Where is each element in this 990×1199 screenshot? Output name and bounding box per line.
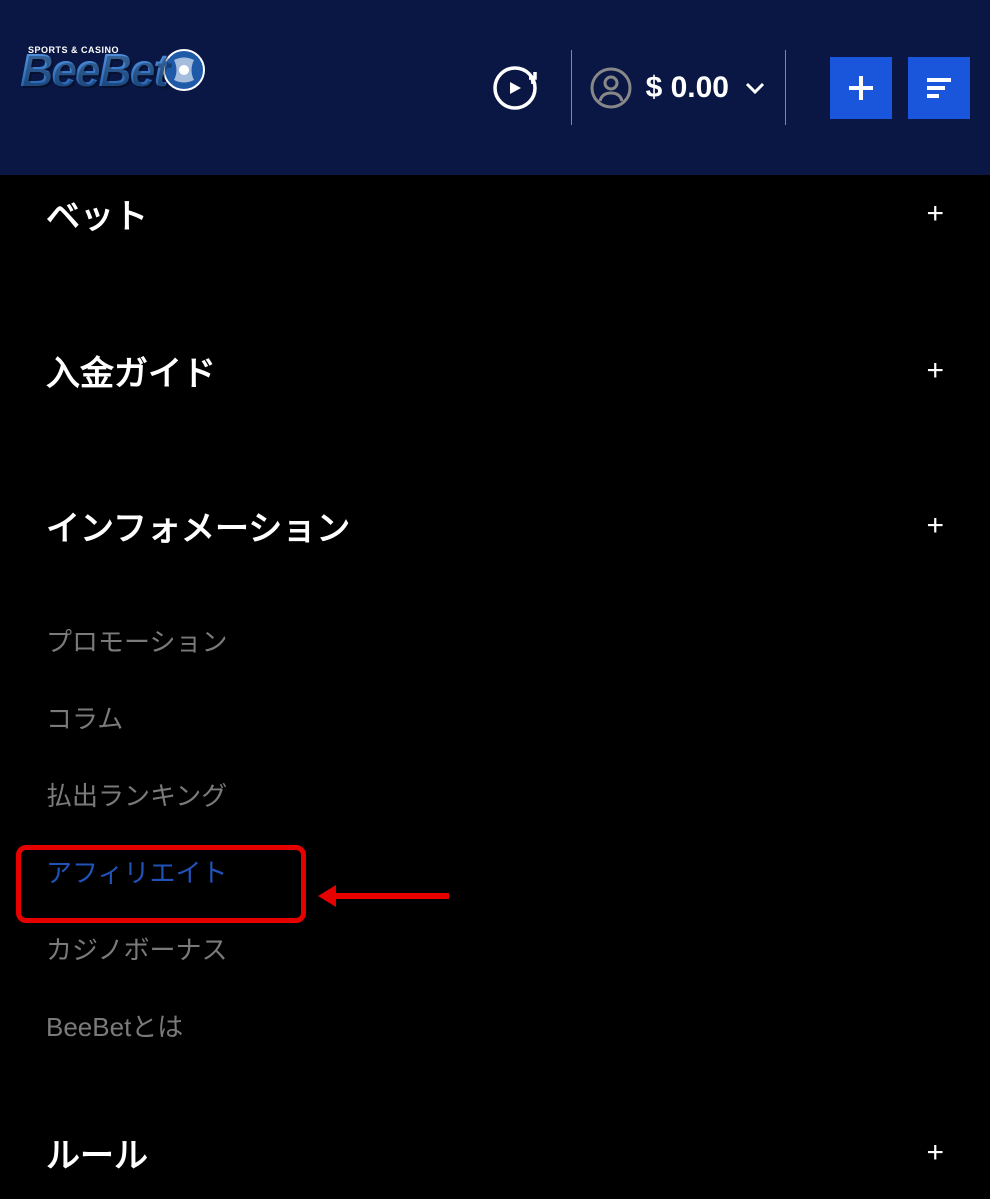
sub-item-about-beebet[interactable]: BeeBetとは (46, 987, 944, 1064)
add-button[interactable] (830, 57, 892, 119)
expand-icon: + (926, 1136, 944, 1170)
menu-title-information: インフォメーション (46, 501, 350, 550)
arrow-annotation-icon (314, 881, 454, 911)
content: ベット + 入金ガイド + インフォメーション + プロモーション コラム 払出… (0, 175, 990, 1199)
logo[interactable]: SPORTS & CASINO BeeBet (20, 43, 260, 133)
sub-item-column[interactable]: コラム (46, 679, 944, 756)
menu-title-rules: ルール (46, 1128, 148, 1177)
refresh-icon (491, 64, 539, 112)
menu-section-bet[interactable]: ベット + (46, 175, 944, 260)
menu-section-deposit[interactable]: 入金ガイド + (46, 324, 944, 417)
plus-icon (843, 70, 879, 106)
menu-section-information[interactable]: インフォメーション + (46, 479, 944, 572)
sub-item-casino-bonus[interactable]: カジノボーナス (46, 910, 944, 987)
menu-section-rules[interactable]: ルール + (46, 1106, 944, 1199)
sub-item-payout-ranking[interactable]: 払出ランキング (46, 756, 944, 833)
expand-icon: + (926, 197, 944, 231)
refresh-button[interactable] (489, 62, 541, 114)
chevron-down-icon (743, 76, 767, 100)
menu-title-deposit: 入金ガイド (46, 346, 216, 395)
logo-text: BeeBet (20, 43, 167, 97)
sub-item-affiliate-label: アフィリエイト (46, 858, 227, 888)
menu-title-bet: ベット (46, 189, 148, 238)
information-sub-items: プロモーション コラム 払出ランキング アフィリエイト カジノボーナス BeeB… (46, 602, 944, 1064)
header: SPORTS & CASINO BeeBet (0, 0, 990, 175)
balance-amount: $ 0.00 (646, 71, 729, 105)
expand-icon: + (926, 509, 944, 543)
menu-icon (921, 70, 957, 106)
avatar-icon (590, 67, 632, 109)
menu-button[interactable] (908, 57, 970, 119)
sub-item-affiliate[interactable]: アフィリエイト (46, 833, 944, 910)
divider (571, 50, 572, 125)
expand-icon: + (926, 354, 944, 388)
balance-section[interactable]: $ 0.00 (590, 67, 767, 109)
divider (785, 50, 786, 125)
header-right: $ 0.00 (489, 50, 970, 125)
sub-item-promotion[interactable]: プロモーション (46, 602, 944, 679)
